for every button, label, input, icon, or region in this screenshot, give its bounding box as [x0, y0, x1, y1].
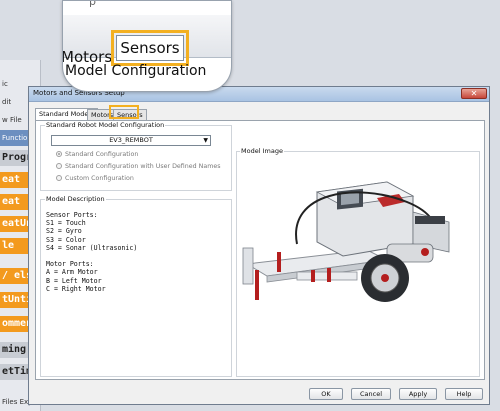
help-button[interactable]: Help [445, 388, 483, 400]
model-image-label: Model Image [240, 147, 284, 155]
radio-custom-config[interactable]: Custom Configuration [56, 175, 134, 182]
zoom-tab-bar: Motors Sensors [63, 15, 231, 66]
radio-user-defined-config[interactable]: Standard Configuration with User Defined… [56, 163, 220, 170]
model-description-text: Sensor Ports: S1 = Touch S2 = Gyro S3 = … [46, 211, 138, 293]
cancel-button[interactable]: Cancel [351, 388, 391, 400]
motors-sensors-dialog: Motors and Sensors Setup ✕ Standard Mode… [28, 86, 490, 405]
sensors-tab-highlight [109, 105, 139, 119]
zoom-sensors-highlight [111, 30, 189, 66]
zoom-model-config-label: Model Configuration [65, 63, 207, 79]
radio-icon [56, 175, 62, 181]
zoom-top-text: p [89, 0, 96, 8]
radio-icon [56, 163, 62, 169]
model-select-value: EV3_REMBOT [109, 136, 153, 144]
radio-standard-config[interactable]: Standard Configuration [56, 151, 138, 158]
robot-model-image [242, 181, 450, 302]
radio-selected-icon [56, 151, 62, 157]
model-description-label: Model Description [45, 195, 106, 203]
radio-label: Standard Configuration [65, 151, 139, 158]
chevron-down-icon: ▼ [203, 137, 208, 144]
radio-label: Standard Configuration with User Defined… [65, 163, 221, 170]
tab-panel: Standard Robot Model Configuration EV3_R… [35, 120, 485, 380]
zoom-callout: p Motors Sensors Model Configuration [62, 0, 232, 92]
model-select[interactable]: EV3_REMBOT ▼ [51, 135, 211, 146]
robot-model-group-label: Standard Robot Model Configuration [45, 121, 166, 129]
radio-label: Custom Configuration [65, 175, 134, 182]
model-image-groupbox [236, 151, 480, 377]
close-button[interactable]: ✕ [461, 88, 487, 99]
apply-button[interactable]: Apply [399, 388, 437, 400]
ok-button[interactable]: OK [309, 388, 343, 400]
